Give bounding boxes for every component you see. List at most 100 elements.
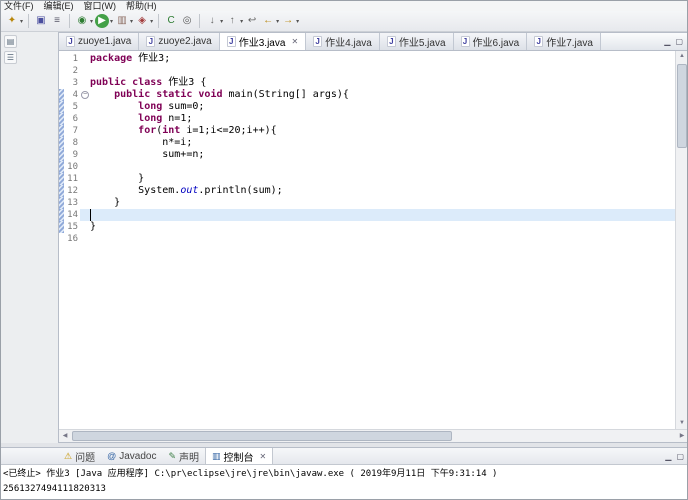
code-editor[interactable]: 1 package 作业3; 2 3 public class 作业3 {4− publ… bbox=[59, 51, 687, 429]
fold-column bbox=[80, 113, 90, 125]
tab-label: 控制台 bbox=[223, 452, 254, 464]
print-button[interactable]: ≡ bbox=[49, 12, 65, 30]
close-icon[interactable]: ✕ bbox=[291, 37, 298, 46]
dropdown-arrow-icon[interactable]: ▾ bbox=[110, 18, 113, 25]
tab-label: 作业7.java bbox=[546, 38, 593, 49]
menu-item[interactable]: 文件(F) bbox=[4, 1, 34, 11]
code-line[interactable]: 1 package 作业3; bbox=[59, 53, 675, 65]
code-line[interactable]: 11 } bbox=[59, 173, 675, 185]
scroll-down-icon[interactable]: ▼ bbox=[676, 418, 687, 429]
console-tab-declaration[interactable]: ✎ 声明 bbox=[162, 448, 205, 464]
code-line[interactable]: 2 bbox=[59, 65, 675, 77]
editor-tab[interactable]: J 作业6.java bbox=[453, 33, 528, 50]
coverage-button[interactable]: ▥ ▾ bbox=[114, 12, 134, 30]
dropdown-arrow-icon[interactable]: ▾ bbox=[220, 18, 223, 25]
code-line[interactable]: 9 sum+=n; bbox=[59, 149, 675, 161]
previous-annotation-button[interactable]: ↑ ▾ bbox=[224, 12, 244, 30]
code-area[interactable]: 1 package 作业3; 2 3 public class 作业3 {4− publ… bbox=[59, 53, 675, 245]
editor-tab[interactable]: J 作业5.java bbox=[379, 33, 454, 50]
code-line[interactable]: 4− public static void main(String[] args… bbox=[59, 89, 675, 101]
code-line[interactable]: 7 for(int i=1;i<=20;i++){ bbox=[59, 125, 675, 137]
code-token: package bbox=[90, 53, 133, 64]
declaration-icon: ✎ bbox=[168, 450, 177, 461]
code-line[interactable]: 5 long sum=0; bbox=[59, 101, 675, 113]
close-icon[interactable]: ✕ bbox=[260, 452, 267, 461]
dropdown-arrow-icon[interactable]: ▾ bbox=[130, 18, 133, 25]
console-tab-problems[interactable]: ⚠ 问题 bbox=[58, 448, 101, 464]
fold-column bbox=[80, 185, 90, 197]
editor-tab[interactable]: J 作业7.java bbox=[527, 33, 601, 50]
dropdown-arrow-icon[interactable]: ▾ bbox=[240, 18, 243, 25]
editor-tab[interactable]: Jzuoye2.java bbox=[139, 33, 220, 50]
line-number: 5 bbox=[72, 102, 78, 112]
scroll-right-icon[interactable]: ▶ bbox=[676, 430, 687, 442]
restore-view-button[interactable]: ▤ bbox=[4, 35, 17, 48]
dropdown-arrow-icon[interactable]: ▾ bbox=[150, 18, 153, 25]
console-tab-javadoc[interactable]: @ Javadoc bbox=[101, 448, 162, 464]
code-line[interactable]: 15} bbox=[59, 221, 675, 233]
toolbar-separator bbox=[199, 14, 201, 28]
code-token: class bbox=[132, 77, 163, 88]
collapse-icon[interactable]: − bbox=[81, 91, 89, 99]
code-token: n=1; bbox=[162, 113, 193, 124]
external-tools-button[interactable]: ◈ ▾ bbox=[134, 12, 154, 30]
vertical-scrollbar-thumb[interactable] bbox=[677, 64, 687, 148]
horizontal-scrollbar[interactable]: ◀ ▶ bbox=[59, 429, 687, 442]
console-tab-console[interactable]: ▥ 控制台 ✕ bbox=[205, 448, 274, 464]
editor-tabstrip: Jzuoye1.java Jzuoye2.java J 作业3.java ✕ J 作业4.j… bbox=[59, 33, 601, 50]
code-token: public bbox=[114, 89, 151, 100]
code-line[interactable]: 16 bbox=[59, 233, 675, 245]
code-line[interactable]: 10 bbox=[59, 161, 675, 173]
scroll-left-icon[interactable]: ◀ bbox=[59, 430, 71, 442]
scroll-up-icon[interactable]: ▲ bbox=[676, 51, 687, 62]
dropdown-arrow-icon[interactable]: ▾ bbox=[90, 18, 93, 25]
menu-item[interactable]: 帮助(H) bbox=[126, 1, 157, 11]
save-button[interactable]: ▣ bbox=[33, 12, 49, 30]
code-token: static bbox=[156, 89, 193, 100]
editor-tab[interactable]: J 作业4.java bbox=[306, 33, 380, 50]
code-token: out bbox=[180, 185, 199, 196]
toolbar-separator bbox=[28, 14, 30, 28]
menu-item[interactable]: 窗口(W) bbox=[84, 1, 117, 11]
fold-column bbox=[80, 101, 90, 113]
back-button[interactable]: ← ▾ bbox=[260, 12, 280, 30]
fold-column bbox=[80, 53, 90, 65]
dropdown-arrow-icon[interactable]: ▾ bbox=[20, 18, 23, 25]
menu-item[interactable]: 编辑(E) bbox=[44, 1, 74, 11]
horizontal-scrollbar-thumb[interactable] bbox=[72, 431, 452, 441]
new-java-class-button[interactable]: C bbox=[163, 12, 179, 30]
editor-tab[interactable]: J 作业3.java ✕ bbox=[219, 33, 307, 50]
editor-tab[interactable]: Jzuoye1.java bbox=[59, 33, 140, 50]
debug-icon: ◉ bbox=[77, 15, 87, 26]
dropdown-arrow-icon[interactable]: ▾ bbox=[276, 18, 279, 25]
debug-button[interactable]: ◉ ▾ bbox=[74, 12, 94, 30]
code-line[interactable]: 12 System.out.println(sum); bbox=[59, 185, 675, 197]
minimize-icon[interactable]: ▁ bbox=[664, 37, 670, 46]
problems-icon: ⚠ bbox=[64, 450, 73, 461]
search-button[interactable]: ◎ bbox=[179, 12, 195, 30]
code-text: long sum=0; bbox=[90, 101, 675, 113]
line-number: 10 bbox=[67, 162, 78, 172]
code-line[interactable]: 8 n*=i; bbox=[59, 137, 675, 149]
new-button[interactable]: ✦ ▾ bbox=[4, 12, 24, 30]
maximize-icon[interactable]: ▢ bbox=[675, 37, 683, 46]
maximize-icon[interactable]: ▢ bbox=[676, 452, 684, 461]
minimize-icon[interactable]: ▁ bbox=[665, 452, 671, 461]
code-line[interactable]: 3 public class 作业3 { bbox=[59, 77, 675, 89]
code-line[interactable]: 14 bbox=[59, 209, 675, 221]
code-line[interactable]: 6 long n=1; bbox=[59, 113, 675, 125]
line-number: 16 bbox=[67, 234, 78, 244]
view-list-button[interactable]: ☰ bbox=[4, 51, 17, 64]
save-icon: ▣ bbox=[36, 15, 46, 26]
forward-button[interactable]: → ▾ bbox=[280, 12, 300, 30]
code-token: 作业3 { bbox=[162, 77, 207, 88]
code-line[interactable]: 13 } bbox=[59, 197, 675, 209]
last-edit-location-button[interactable]: ↩ bbox=[244, 12, 260, 30]
run-button[interactable]: ▶ ▾ bbox=[94, 12, 114, 30]
next-annotation-button[interactable]: ↓ ▾ bbox=[204, 12, 224, 30]
console-output[interactable]: <已终止> 作业3 [Java 应用程序] C:\pr\eclipse\jre\… bbox=[1, 465, 687, 497]
dropdown-arrow-icon[interactable]: ▾ bbox=[296, 18, 299, 25]
vertical-scrollbar[interactable]: ▲ ▼ bbox=[675, 51, 687, 429]
